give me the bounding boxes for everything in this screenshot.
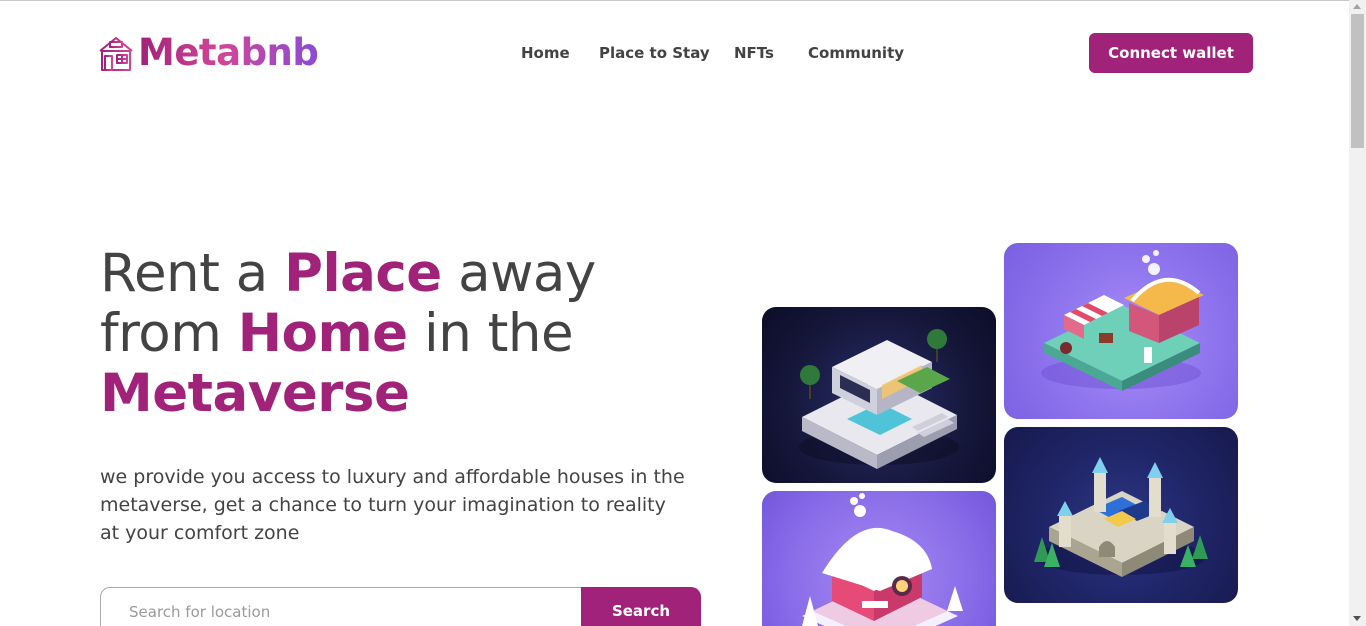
scroll-up-icon[interactable] — [1353, 4, 1361, 9]
hero-subtitle: we provide you access to luxury and affo… — [100, 466, 685, 544]
search-input[interactable] — [100, 587, 581, 626]
window-top-border — [0, 0, 1366, 1]
location-search: Search — [100, 587, 701, 626]
scroll-down-icon[interactable] — [1353, 616, 1361, 621]
nav-community[interactable]: Community — [808, 42, 904, 64]
brand-logo[interactable]: Metabnb — [96, 31, 319, 74]
hero-title-part: Rent a — [100, 243, 285, 304]
snow-cottage-image — [762, 491, 996, 626]
connect-wallet-button[interactable]: Connect wallet — [1089, 33, 1253, 73]
scrollbar-thumb[interactable] — [1351, 14, 1364, 148]
hero-title: Rent a Place away from Home in the Metav… — [100, 244, 720, 424]
hero-title-part: in the — [407, 303, 574, 364]
search-button[interactable]: Search — [581, 587, 701, 626]
nav-place-to-stay[interactable]: Place to Stay — [599, 42, 734, 64]
castle-image — [1004, 427, 1238, 603]
nav-home[interactable]: Home — [521, 42, 599, 64]
market-stall-image — [1004, 243, 1238, 419]
brand-name: Metabnb — [138, 31, 319, 74]
hero-title-highlight-place: Place — [284, 243, 442, 304]
house-icon — [98, 37, 134, 71]
modern-villa-image — [762, 307, 996, 483]
main-nav: Home Place to Stay NFTs Community — [521, 42, 904, 64]
hero-title-highlight-metaverse: Metaverse — [100, 363, 410, 424]
page-scrollbar[interactable] — [1349, 0, 1366, 626]
hero-title-highlight-home: Home — [237, 303, 408, 364]
nav-nfts[interactable]: NFTs — [734, 42, 808, 64]
